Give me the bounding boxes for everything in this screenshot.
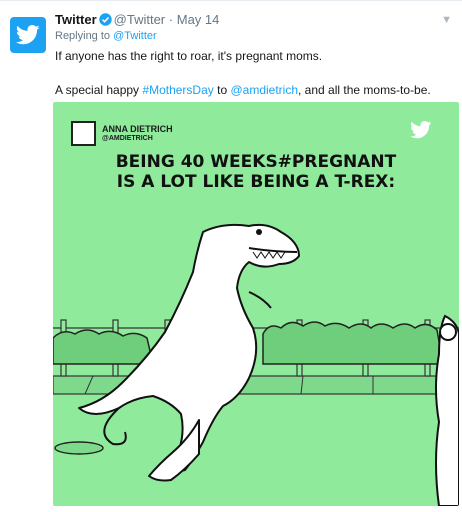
twitter-bird-icon: [16, 25, 40, 45]
text-mid: to: [213, 83, 231, 97]
mention-link[interactable]: @amdietrich: [230, 83, 298, 97]
artist-name: ANNA DIETRICH: [102, 123, 173, 134]
author-name[interactable]: Twitter: [55, 12, 97, 27]
tweet-text-line2: A special happy #MothersDay to @amdietri…: [55, 83, 431, 97]
verified-badge-icon: [98, 13, 112, 30]
tweet-header: Twitter @Twitter · May 14 ▼: [55, 12, 452, 28]
hashtag-link[interactable]: #MothersDay: [142, 83, 213, 97]
replying-prefix: Replying to: [55, 30, 111, 42]
caption-line2: IS A LOT LIKE BEING A T-REX:: [116, 172, 396, 192]
tweet-media-image[interactable]: ANNA DIETRICH @AMDIETRICH BEING 40 WEEKS…: [53, 102, 459, 506]
replying-to: Replying to @Twitter: [55, 30, 157, 42]
text-prefix: A special happy: [55, 83, 143, 97]
tweet-date[interactable]: May 14: [177, 12, 220, 27]
author-handle[interactable]: @Twitter: [114, 12, 165, 27]
artist-handle: @AMDIETRICH: [102, 134, 153, 142]
comic-caption: BEING 40 WEEKS#PREGNANT IS A LOT LIKE BE…: [53, 152, 459, 192]
artist-portrait: [71, 121, 96, 146]
text-suffix: , and all the moms-to-be.: [298, 83, 431, 97]
caption-line1: BEING 40 WEEKS#PREGNANT: [115, 152, 397, 172]
avatar[interactable]: [10, 17, 46, 53]
replying-handle-link[interactable]: @Twitter: [113, 30, 157, 42]
chevron-down-icon[interactable]: ▼: [441, 12, 452, 28]
tweet-text-line1: If anyone has the right to roar, it's pr…: [55, 49, 323, 63]
twitter-bird-icon: [410, 121, 432, 144]
separator: ·: [168, 12, 174, 27]
artist-credit: ANNA DIETRICH @AMDIETRICH: [71, 121, 173, 146]
top-divider: [0, 0, 462, 1]
